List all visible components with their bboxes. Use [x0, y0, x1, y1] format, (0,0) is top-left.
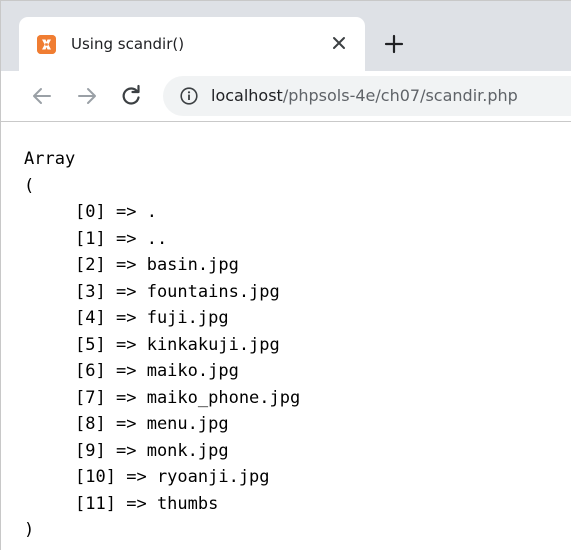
- array-key: [0]: [75, 202, 106, 222]
- array-entry: [0] => .: [24, 199, 300, 226]
- array-entry: [7] => maiko_phone.jpg: [24, 385, 300, 412]
- tab-using-scandir[interactable]: Using scandir(): [19, 17, 365, 71]
- browser-toolbar: localhost/phpsols-4e/ch07/scandir.php: [1, 71, 571, 122]
- arrow: =>: [126, 467, 147, 487]
- arrow: =>: [115, 202, 137, 222]
- array-key: [9]: [75, 440, 106, 461]
- array-entry: [9] => monk.jpg: [24, 438, 300, 465]
- address-bar[interactable]: localhost/phpsols-4e/ch07/scandir.php: [163, 76, 571, 116]
- array-value: fountains.jpg: [146, 281, 280, 302]
- arrow: =>: [115, 308, 137, 328]
- array-value: .: [146, 202, 157, 222]
- arrow: =>: [115, 228, 137, 249]
- array-label: Array: [24, 149, 76, 169]
- print-r-output: Array([0] => . [1] => .. [2] => basin.jpg[…: [24, 146, 300, 544]
- arrow: =>: [115, 414, 137, 434]
- array-key: [7]: [75, 387, 106, 408]
- array-value: maiko.jpg: [146, 361, 239, 381]
- array-entries: [0] => . [1] => .. [2] => basin.jpg [3] => …: [24, 199, 300, 517]
- tab-title: Using scandir(): [71, 35, 185, 53]
- array-value: maiko_phone.jpg: [146, 387, 301, 408]
- array-key: [10]: [75, 467, 116, 487]
- array-key: [2]: [75, 255, 106, 275]
- url-path: /phpsols-4e/ch07/scandir.php: [282, 86, 518, 105]
- array-entry: [10] => ryoanji.jpg: [24, 464, 300, 491]
- array-value: fuji.jpg: [146, 308, 229, 328]
- array-value: monk.jpg: [146, 440, 229, 461]
- array-entry: [5] => kinkakuji.jpg: [24, 332, 300, 359]
- xampp-icon: [37, 35, 56, 54]
- array-entry: [4] => fuji.jpg: [24, 305, 300, 332]
- array-value: basin.jpg: [146, 255, 239, 275]
- arrow: =>: [115, 255, 137, 275]
- array-value: ..: [146, 228, 168, 249]
- array-key: [3]: [75, 281, 106, 302]
- arrow: =>: [115, 361, 137, 381]
- tab-strip: Using scandir(): [1, 1, 571, 71]
- array-entry: [11] => thumbs: [24, 491, 300, 518]
- array-value: kinkakuji.jpg: [146, 334, 280, 355]
- url-text[interactable]: localhost/phpsols-4e/ch07/scandir.php: [211, 86, 518, 105]
- close-paren: ): [24, 520, 35, 540]
- array-key: [1]: [75, 228, 106, 249]
- array-key: [5]: [75, 334, 106, 355]
- array-entry: [8] => menu.jpg: [24, 411, 300, 438]
- new-tab-icon[interactable]: [383, 33, 405, 55]
- info-icon[interactable]: [180, 87, 198, 105]
- array-key: [6]: [75, 361, 106, 381]
- array-value: ryoanji.jpg: [156, 467, 270, 487]
- array-entry: [1] => ..: [24, 226, 300, 253]
- close-icon[interactable]: [329, 33, 349, 53]
- url-host: localhost: [211, 86, 283, 105]
- array-key: [4]: [75, 308, 106, 328]
- arrow: =>: [115, 440, 137, 461]
- page-content: Array([0] => . [1] => .. [2] => basin.jpg[…: [1, 122, 571, 550]
- arrow: =>: [115, 387, 137, 408]
- array-key: [8]: [75, 414, 106, 434]
- arrow: =>: [115, 334, 137, 355]
- arrow: =>: [115, 281, 137, 302]
- array-value: thumbs: [156, 493, 219, 514]
- open-paren: (: [24, 175, 35, 196]
- array-value: menu.jpg: [146, 414, 229, 434]
- array-key: [11]: [75, 493, 116, 514]
- back-arrow-icon[interactable]: [29, 83, 55, 109]
- reload-icon[interactable]: [118, 83, 144, 109]
- array-entry: [6] => maiko.jpg: [24, 358, 300, 385]
- array-entry: [3] => fountains.jpg: [24, 279, 300, 306]
- browser-window: Using scandir() localhost/phpsols-4e/ch0…: [0, 0, 571, 550]
- array-entry: [2] => basin.jpg: [24, 252, 300, 279]
- arrow: =>: [126, 493, 147, 514]
- forward-arrow-icon[interactable]: [74, 83, 100, 109]
